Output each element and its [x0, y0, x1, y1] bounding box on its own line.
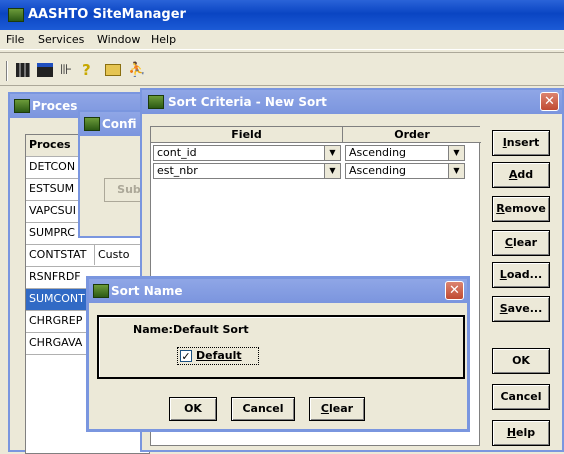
help-button[interactable]: Help: [492, 420, 550, 446]
run-icon[interactable]: ⛹: [128, 62, 145, 78]
chevron-down-icon[interactable]: ▼: [448, 164, 464, 178]
grid-icon[interactable]: [16, 63, 30, 77]
remove-button[interactable]: Remove: [492, 196, 550, 222]
order-select[interactable]: Ascending ▼: [345, 163, 465, 179]
clear-button[interactable]: Clear: [492, 230, 550, 256]
field-value: cont_id: [157, 146, 197, 159]
sort-name-ok-button[interactable]: OK: [169, 397, 217, 421]
process-window-title: Proces: [32, 99, 78, 113]
name-label: Name:: [133, 323, 173, 336]
tools-icon[interactable]: ⊪: [60, 62, 76, 78]
sort-name-title-bar: Sort Name ✕: [89, 279, 467, 303]
menu-services[interactable]: Services: [38, 33, 84, 46]
sort-name-dialog: Sort Name ✕ Name: Default Sort ✓ Default…: [86, 276, 470, 432]
menu-bar: File Services Window Help: [0, 30, 564, 50]
sort-name-title: Sort Name: [111, 284, 183, 298]
add-button[interactable]: Add: [492, 162, 550, 188]
sort-name-group: Name: Default Sort ✓ Default: [97, 315, 465, 379]
list-item-extra: Custo: [94, 245, 129, 265]
field-select[interactable]: est_nbr ▼: [153, 163, 341, 179]
chevron-down-icon[interactable]: ▼: [324, 146, 340, 160]
load-button[interactable]: Load...: [492, 262, 550, 288]
default-label: Default: [196, 349, 242, 362]
close-icon[interactable]: ✕: [445, 281, 464, 300]
toolbar: ⊪ ? ⛹: [0, 52, 564, 86]
help-icon[interactable]: ?: [82, 62, 98, 78]
close-icon[interactable]: ✕: [540, 92, 559, 111]
cancel-button[interactable]: Cancel: [492, 384, 550, 410]
process-window-icon: [14, 99, 30, 113]
order-select[interactable]: Ascending ▼: [345, 145, 465, 161]
sort-criteria-title: Sort Criteria - New Sort: [168, 95, 327, 109]
window-icon[interactable]: [37, 63, 53, 77]
field-select[interactable]: cont_id ▼: [153, 145, 341, 161]
ok-button[interactable]: OK: [492, 348, 550, 374]
config-window-icon: [84, 117, 100, 131]
folder-icon[interactable]: [105, 64, 121, 76]
column-header-order: Order: [343, 127, 481, 143]
app-title: AASHTO SiteManager: [28, 7, 186, 22]
default-checkbox[interactable]: ✓ Default: [177, 347, 259, 365]
menu-window[interactable]: Window: [97, 33, 140, 46]
list-item-label: CONTSTAT: [29, 248, 87, 261]
save-button[interactable]: Save...: [492, 296, 550, 322]
menu-file[interactable]: File: [6, 33, 24, 46]
order-value: Ascending: [349, 146, 407, 159]
checkmark-icon: ✓: [180, 350, 192, 363]
sort-name-icon: [93, 284, 109, 298]
order-value: Ascending: [349, 164, 407, 177]
sort-name-clear-button[interactable]: Clear: [309, 397, 365, 421]
config-submit-label: Sub: [117, 183, 141, 196]
chevron-down-icon[interactable]: ▼: [324, 164, 340, 178]
field-value: est_nbr: [157, 164, 198, 177]
app-icon: [8, 8, 24, 22]
name-value: Default Sort: [173, 323, 249, 336]
app-title-bar: AASHTO SiteManager: [0, 0, 564, 30]
column-header-field: Field: [151, 127, 343, 143]
sort-criteria-icon: [148, 95, 164, 109]
config-window-title: Confi: [102, 117, 137, 131]
list-item[interactable]: CONTSTAT Custo: [26, 245, 149, 267]
sort-name-cancel-button[interactable]: Cancel: [231, 397, 295, 421]
chevron-down-icon[interactable]: ▼: [448, 146, 464, 160]
sort-criteria-title-bar: Sort Criteria - New Sort ✕: [142, 90, 562, 114]
menu-help[interactable]: Help: [151, 33, 176, 46]
insert-button[interactable]: Insert: [492, 130, 550, 156]
